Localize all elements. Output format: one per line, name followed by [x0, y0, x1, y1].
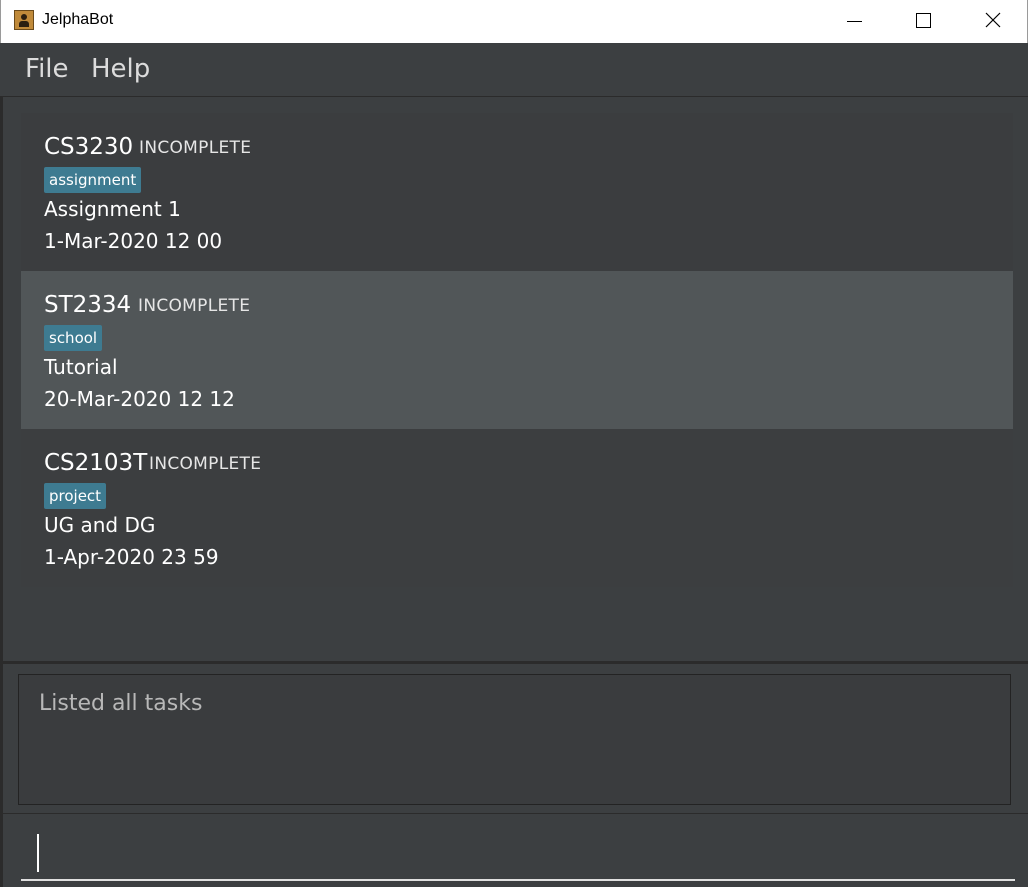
- result-message: Listed all tasks: [39, 691, 203, 716]
- window-title: JelphaBot: [42, 11, 114, 28]
- task-list[interactable]: CS3230 INCOMPLETE assignment Assignment …: [0, 97, 1028, 661]
- task-card-cs2103t[interactable]: CS2103T INCOMPLETE project UG and DG 1-A…: [21, 429, 1013, 587]
- menu-help[interactable]: Help: [91, 54, 150, 84]
- menu-bar: File Help: [0, 43, 1028, 97]
- task-description: UG and DG: [44, 513, 156, 537]
- app-logo-icon: [14, 10, 34, 30]
- task-date: 20-Mar-2020 12 12: [44, 387, 235, 411]
- task-module-code: CS2103T: [44, 450, 148, 476]
- maximize-icon: [916, 13, 931, 28]
- task-status: INCOMPLETE: [149, 454, 262, 474]
- task-card-cs3230[interactable]: CS3230 INCOMPLETE assignment Assignment …: [21, 113, 1013, 271]
- task-status: INCOMPLETE: [139, 138, 252, 158]
- task-module-code: ST2334: [44, 292, 132, 318]
- command-input[interactable]: [21, 814, 1015, 881]
- menu-file[interactable]: File: [25, 54, 69, 84]
- task-description: Tutorial: [44, 355, 118, 379]
- minimize-icon: [847, 21, 862, 22]
- task-status: INCOMPLETE: [138, 296, 251, 316]
- title-bar: JelphaBot: [0, 0, 1028, 43]
- task-tag: project: [44, 483, 107, 509]
- task-date: 1-Apr-2020 23 59: [44, 545, 219, 569]
- task-card-st2334[interactable]: ST2334 INCOMPLETE school Tutorial 20-Mar…: [21, 271, 1013, 429]
- close-button[interactable]: [959, 0, 1027, 43]
- task-date: 1-Mar-2020 12 00: [44, 229, 223, 253]
- result-panel: Listed all tasks: [0, 661, 1028, 813]
- task-tag: school: [44, 325, 103, 351]
- task-tag: assignment: [44, 167, 142, 193]
- task-description: Assignment 1: [44, 197, 181, 221]
- minimize-button[interactable]: [819, 0, 887, 43]
- close-icon: [985, 12, 1001, 28]
- maximize-button[interactable]: [888, 0, 956, 43]
- command-box: [0, 813, 1028, 887]
- result-display[interactable]: Listed all tasks: [18, 674, 1011, 805]
- text-cursor: [37, 834, 39, 872]
- task-module-code: CS3230: [44, 134, 134, 160]
